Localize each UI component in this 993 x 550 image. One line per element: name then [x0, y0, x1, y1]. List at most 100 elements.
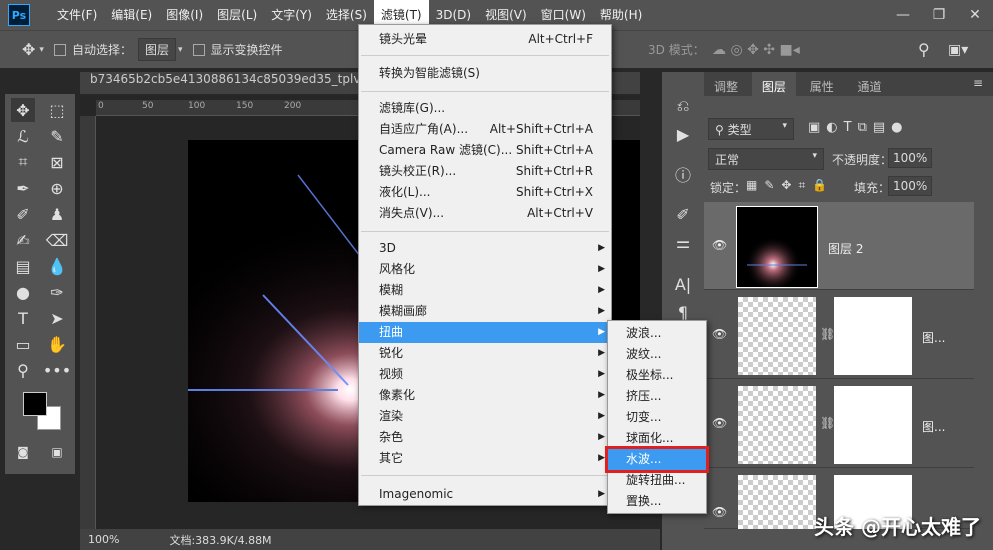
layer-filter-select[interactable]: ⚲ 类型 ▾ [708, 118, 794, 140]
menu-item-lens-flare[interactable]: 镜头光晕 Alt+Ctrl+F [359, 29, 611, 50]
layer-row[interactable]: 👁 ⛓ 图... [704, 380, 974, 468]
move-tool-icon[interactable]: ✥ [11, 98, 35, 122]
layer-row[interactable]: 👁 图层 2 [704, 202, 974, 290]
submenu-item-displace[interactable]: 置换... [608, 491, 706, 512]
healing-brush-icon[interactable]: ⊕ [45, 176, 69, 200]
search-icon[interactable]: ⚲ [918, 40, 930, 59]
visibility-eye-icon[interactable]: 👁 [712, 327, 727, 341]
submenu-item-zigzag[interactable]: 水波... [605, 446, 709, 473]
menu-image[interactable]: 图像(I) [159, 0, 210, 30]
menu-item-adaptive-wide-angle[interactable]: 自适应广角(A)... Alt+Shift+Ctrl+A [359, 119, 611, 140]
close-icon[interactable]: ✕ [957, 0, 993, 30]
workspace-icon[interactable]: ▣▾ [948, 42, 968, 58]
menu-item-lens-correction[interactable]: 镜头校正(R)... Shift+Ctrl+R [359, 161, 611, 182]
menu-item-convert-smart-filter[interactable]: 转换为智能滤镜(S) [359, 63, 611, 84]
auto-select-checkbox[interactable] [53, 43, 66, 56]
zoom-level[interactable]: 100% [88, 533, 119, 546]
tab-layers[interactable]: 图层 [751, 72, 796, 101]
quick-select-icon[interactable]: ✎ [45, 124, 69, 148]
restore-icon[interactable]: ❐ [921, 0, 957, 30]
layer-name[interactable]: 图层 2 [828, 240, 863, 257]
adjustments-icon[interactable]: ⚌ [671, 230, 695, 254]
foreground-color-swatch[interactable] [23, 392, 47, 416]
frame-tool-icon[interactable]: ⊠ [45, 150, 69, 174]
3d-orbit-icon[interactable]: ☁ ◎ ✥ ✣ ■◂ [712, 42, 800, 58]
menu-item-filter-gallery[interactable]: 滤镜库(G)... [359, 98, 611, 119]
panel-menu-icon[interactable]: ≡ [973, 76, 983, 90]
visibility-eye-icon[interactable]: 👁 [712, 505, 727, 519]
menu-item-imagenomic[interactable]: Imagenomic ▶ [359, 484, 611, 505]
stamp-tool-icon[interactable]: ♟ [45, 202, 69, 226]
menu-item-other[interactable]: 其它 ▶ [359, 448, 611, 469]
marquee-tool-icon[interactable]: ⬚ [45, 98, 69, 122]
screen-mode-icon[interactable]: ▣ [45, 440, 69, 464]
rectangle-tool-icon[interactable]: ▭ [11, 332, 35, 356]
lasso-tool-icon[interactable]: ℒ [11, 124, 35, 148]
menu-item-noise[interactable]: 杂色 ▶ [359, 427, 611, 448]
submenu-item-shear[interactable]: 切变... [608, 407, 706, 428]
document-tab[interactable]: b73465b2cb5e4130886134c85039ed35_tplv-ob… [80, 69, 404, 89]
zoom-tool-icon[interactable]: ⚲ [11, 358, 35, 382]
layer-select[interactable]: 图层 [137, 38, 176, 61]
menu-item-stylize[interactable]: 风格化 ▶ [359, 259, 611, 280]
submenu-item-pinch[interactable]: 挤压... [608, 386, 706, 407]
menu-item-blur-gallery[interactable]: 模糊画廊 ▶ [359, 301, 611, 322]
move-tool-icon[interactable]: ✥ [22, 40, 35, 59]
menu-item-pixelate[interactable]: 像素化 ▶ [359, 385, 611, 406]
select-arrow-icon[interactable]: ▾ [178, 45, 183, 55]
eraser-icon[interactable]: ⌫ [45, 228, 69, 252]
dodge-tool-icon[interactable]: ● [11, 280, 35, 304]
submenu-item-wave[interactable]: 波浪... [608, 323, 706, 344]
chevron-down-icon[interactable]: ▾ [39, 45, 44, 55]
blend-mode-select[interactable]: 正常 ▾ [708, 148, 824, 170]
menu-layer[interactable]: 图层(L) [210, 0, 264, 30]
brush-tool-icon[interactable]: ✐ [11, 202, 35, 226]
filter-type-icons[interactable]: ▣◐T⧉▤● [808, 120, 908, 135]
menu-item-render[interactable]: 渲染 ▶ [359, 406, 611, 427]
blur-tool-icon[interactable]: 💧 [45, 254, 69, 278]
submenu-item-polar-coordinates[interactable]: 极坐标... [608, 365, 706, 386]
menu-type[interactable]: 文字(Y) [264, 0, 319, 30]
menu-item-sharpen[interactable]: 锐化 ▶ [359, 343, 611, 364]
submenu-item-twirl[interactable]: 旋转扭曲... [608, 470, 706, 491]
minimize-icon[interactable]: — [885, 0, 921, 30]
lock-icons[interactable]: ▦✎✥⌗🔒 [746, 178, 834, 193]
submenu-item-spherize[interactable]: 球面化... [608, 428, 706, 449]
tab-adjustments[interactable]: 调整 [704, 72, 748, 101]
opacity-input[interactable]: 100% [888, 148, 933, 168]
menu-edit[interactable]: 编辑(E) [104, 0, 159, 30]
pen-tool-icon[interactable]: ✑ [45, 280, 69, 304]
gradient-tool-icon[interactable]: ▤ [11, 254, 35, 278]
menu-item-vanishing-point[interactable]: 消失点(V)... Alt+Ctrl+V [359, 203, 611, 224]
fill-input[interactable]: 100% [888, 176, 933, 196]
tab-properties[interactable]: 属性 [800, 72, 844, 101]
info-icon[interactable]: ⓘ [671, 162, 695, 186]
type-tool-icon[interactable]: T [11, 306, 35, 330]
path-select-icon[interactable]: ➤ [45, 306, 69, 330]
character-icon[interactable]: A| [671, 272, 695, 296]
menu-item-blur[interactable]: 模糊 ▶ [359, 280, 611, 301]
more-tools-icon[interactable]: ••• [43, 358, 71, 382]
menu-item-3d[interactable]: 3D ▶ [359, 238, 611, 259]
hand-tool-icon[interactable]: ✋ [45, 332, 69, 356]
menu-item-video[interactable]: 视频 ▶ [359, 364, 611, 385]
layer-name[interactable]: 图... [922, 329, 945, 346]
menu-item-distort[interactable]: 扭曲 ▶ [359, 322, 611, 343]
menu-item-camera-raw[interactable]: Camera Raw 滤镜(C)... Shift+Ctrl+A [359, 140, 611, 161]
menu-file[interactable]: 文件(F) [50, 0, 104, 30]
show-transform-checkbox[interactable] [192, 43, 205, 56]
visibility-eye-icon[interactable]: 👁 [712, 238, 727, 252]
eyedropper-icon[interactable]: ✒ [11, 176, 35, 200]
brush-settings-icon[interactable]: ✐ [671, 202, 695, 226]
visibility-eye-icon[interactable]: 👁 [712, 416, 727, 430]
document-info[interactable]: 文档:383.9K/4.88M [169, 532, 271, 548]
tab-channels[interactable]: 通道 [848, 72, 892, 101]
play-action-icon[interactable]: ▶ [671, 122, 695, 146]
layer-name[interactable]: 图... [922, 418, 945, 435]
submenu-item-ripple[interactable]: 波纹... [608, 344, 706, 365]
quick-mask-icon[interactable]: ◙ [11, 440, 35, 464]
layer-row[interactable]: 👁 ⛓ 图... [704, 291, 974, 379]
menu-item-liquify[interactable]: 液化(L)... Shift+Ctrl+X [359, 182, 611, 203]
history-brush-icon[interactable]: ✍ [11, 228, 35, 252]
history-icon[interactable]: ⎌ [671, 94, 695, 118]
